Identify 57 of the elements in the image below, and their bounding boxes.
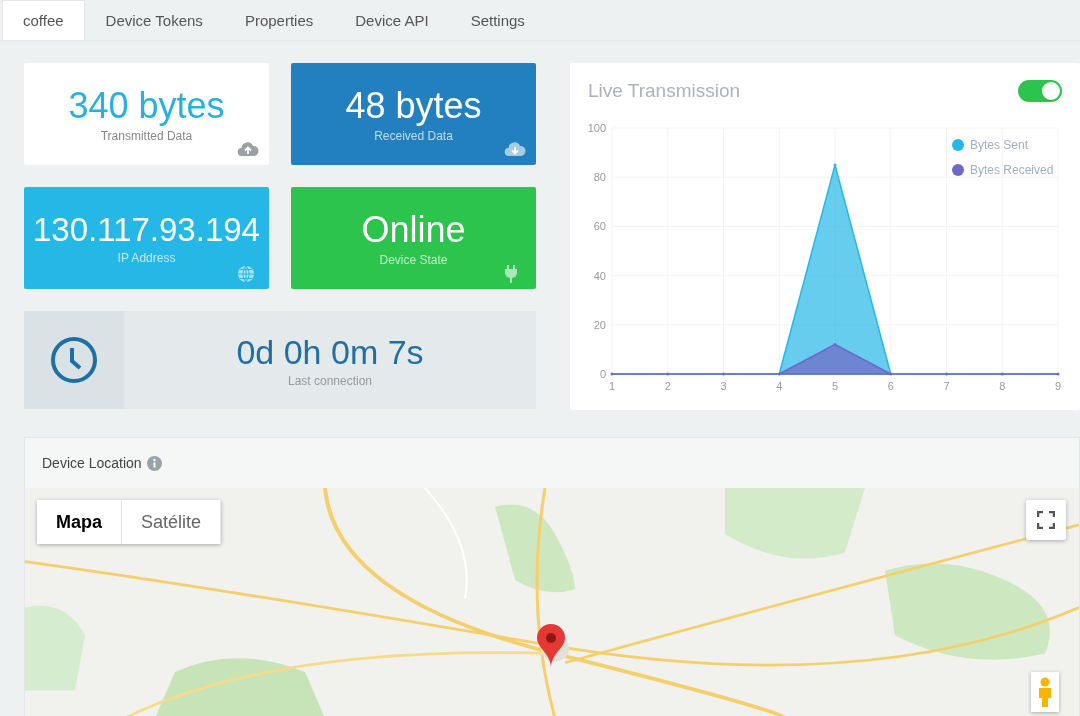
globe-icon <box>237 265 255 283</box>
last-connection-label: Last connection <box>287 373 373 388</box>
data-point <box>833 163 837 167</box>
stat-value: 48 bytes <box>345 85 482 127</box>
tab[interactable]: coffee <box>2 0 85 40</box>
last-connection-value: 0d 0h 0m 7s <box>236 332 424 372</box>
stat-label: IP Address <box>117 251 176 265</box>
stat-value: Online <box>361 209 466 251</box>
axis-tick-label: 4 <box>776 380 783 392</box>
map-type-button[interactable]: Mapa <box>37 500 122 544</box>
legend-label: Bytes Sent <box>970 138 1029 152</box>
axis-tick-label: 8 <box>999 380 1006 392</box>
axis-tick-label: 100 <box>587 122 606 134</box>
tab[interactable]: Properties <box>223 0 335 40</box>
map-type-button[interactable]: Satélite <box>122 500 222 544</box>
axis-tick-label: 60 <box>593 220 606 233</box>
info-icon <box>146 455 162 471</box>
data-point <box>945 372 948 376</box>
data-point <box>666 372 670 376</box>
live-toggle[interactable] <box>1018 79 1062 102</box>
fullscreen-icon <box>1037 511 1055 529</box>
stat-label: Device State <box>379 253 448 267</box>
stat-label: Received Data <box>374 129 453 143</box>
axis-tick-label: 7 <box>943 380 950 392</box>
panel-title: Device Location <box>42 455 142 471</box>
person-icon <box>1037 677 1053 707</box>
axis-tick-label: 2 <box>664 380 671 392</box>
data-point <box>722 372 725 376</box>
tab[interactable]: Device Tokens <box>84 0 224 40</box>
data-point <box>889 372 893 376</box>
axis-tick-label: 9 <box>1054 380 1062 392</box>
street-view-button[interactable] <box>1031 672 1059 712</box>
axis-tick-label: 80 <box>593 171 606 184</box>
stat-value: 340 bytes <box>68 85 225 127</box>
axis-tick-label: 5 <box>831 380 839 392</box>
data-point <box>777 372 781 376</box>
data-point <box>1056 372 1060 376</box>
chart-title: Live Transmission <box>588 79 741 102</box>
plug-icon <box>504 265 518 283</box>
data-point <box>610 372 614 376</box>
stat-label: Transmitted Data <box>100 129 193 143</box>
tab[interactable]: Device API <box>334 0 450 40</box>
axis-tick-label: 3 <box>720 380 727 392</box>
axis-tick-label: 40 <box>593 269 606 282</box>
cloud-upload-icon <box>237 141 259 157</box>
clock-icon <box>50 336 98 384</box>
legend-label: Bytes Received <box>970 163 1054 177</box>
data-point <box>1000 372 1004 376</box>
data-point <box>833 343 837 346</box>
axis-tick-label: 20 <box>593 318 606 331</box>
stat-value: 130.117.93.194 <box>33 211 260 249</box>
tab[interactable]: Settings <box>449 0 546 40</box>
axis-tick-label: 0 <box>599 368 606 380</box>
cloud-download-icon <box>504 141 526 157</box>
fullscreen-button[interactable] <box>1026 500 1066 540</box>
axis-tick-label: 6 <box>887 380 894 392</box>
axis-tick-label: 1 <box>608 380 616 392</box>
